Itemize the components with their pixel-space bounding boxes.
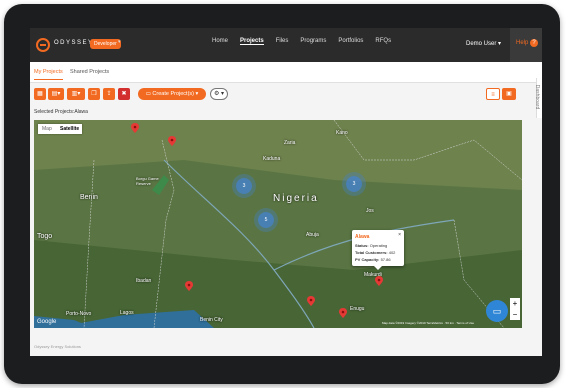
nav-programs[interactable]: Programs [300,38,326,45]
dashboard-label: Dashboard [534,84,541,110]
projects-map[interactable]: Map Satellite Nigeria Benin Togo Porto-N… [34,120,522,328]
nav-projects[interactable]: Projects [240,38,264,45]
copy-icon[interactable]: ❐ [88,88,100,100]
city-label-kaduna: Kaduna [263,156,281,162]
help-icon: ? [530,39,538,47]
create-project-button[interactable]: ▭ Create Project(s) ▾ [138,88,206,100]
popup-customers-row: Total Customers: 402 [355,250,395,255]
nav-home[interactable]: Home [212,38,228,45]
city-label-benin-city: Benin City [200,317,223,323]
map-pin-icon[interactable] [338,308,348,318]
map-pin-icon[interactable] [184,281,194,291]
project-cluster[interactable]: 5 [258,212,274,228]
grid-view-button[interactable]: ▦ [34,88,46,100]
create-project-label: Create Project(s) [152,91,194,97]
map-type-satellite[interactable]: Satellite [60,126,79,132]
odyssey-logo-icon[interactable] [36,38,50,52]
nav-rfqs[interactable]: RFQs [375,38,391,45]
project-info-popup: × Alawa Status: Operating Total Customer… [352,230,404,270]
nav-portfolios[interactable]: Portfolios [338,38,363,45]
chat-icon[interactable]: ▭ [486,300,508,322]
city-label-ibadan: Ibadan [136,278,152,284]
popup-pv-value: 57.86 [380,257,391,262]
project-toolbar: ▦ ▤▾ ▥▾ ❐ ⇪ ✖ ▭ Create Project(s) ▾ ⚙ ▾ … [30,84,542,106]
chevron-down-icon[interactable]: ▾ [118,39,121,45]
zoom-in-button[interactable]: + [510,298,520,309]
label-borgu-game-reserve: Borgu Game Reserve [136,176,159,186]
zoom-out-button[interactable]: − [510,309,520,320]
project-cluster[interactable]: 3 [236,178,252,194]
main-nav: Home Projects Files Programs Portfolios … [212,38,391,45]
help-label: Help [516,40,529,46]
map-terrain [34,120,522,328]
popup-pv-label: PV Capacity: [355,257,380,262]
country-label-togo: Togo [37,233,53,240]
close-icon[interactable]: × [398,232,401,238]
brand-name: ODYSSEY [54,40,94,46]
map-pin-icon[interactable] [306,296,316,306]
list-dropdown-button[interactable]: ▤▾ [48,88,64,100]
selected-projects: Selected Projects:Alawa [34,109,88,115]
chart-dropdown-button[interactable]: ▥▾ [67,88,85,100]
popup-project-name[interactable]: Alawa [355,234,369,240]
map-pin-icon[interactable] [374,276,384,286]
delete-icon[interactable]: ✖ [118,88,130,100]
user-name: Demo User [466,41,497,47]
tab-shared-projects[interactable]: Shared Projects [70,69,109,75]
popup-status-value: Operating [369,243,388,248]
city-label-porto-novo: Porto-Novo [66,311,92,317]
city-label-jos: Jos [366,208,374,214]
list-view-icon[interactable]: ≡ [486,88,500,100]
map-pin-icon[interactable] [167,136,177,146]
settings-dropdown-button[interactable]: ⚙ ▾ [210,88,228,100]
city-label-lagos: Lagos [120,310,134,316]
project-cluster[interactable]: 3 [346,176,362,192]
nav-files[interactable]: Files [276,38,289,45]
map-zoom-control: + − [510,298,520,320]
upload-icon[interactable]: ⇪ [103,88,115,100]
environment-badge[interactable]: Developer [90,39,121,49]
map-pin-icon[interactable] [130,123,140,133]
map-type-toggle: Map Satellite [38,124,82,134]
google-logo: Google [37,319,57,325]
city-label-abuja: Abuja [306,232,319,238]
top-navigation-bar: ODYSSEY Developer ▾ Home Projects Files … [30,28,542,62]
popup-pv-row: PV Capacity: 57.86 [355,257,391,262]
selected-projects-value: Alawa [74,109,88,115]
country-label-nigeria: Nigeria [273,193,319,204]
map-type-map[interactable]: Map [42,126,52,132]
popup-status-label: Status: [355,243,369,248]
tab-my-projects[interactable]: My Projects [34,69,63,80]
city-label-enugu: Enugu [350,306,365,312]
user-menu[interactable]: Demo User ▾ [466,40,501,47]
project-tabs: My Projects Shared Projects [30,62,542,83]
map-view-icon[interactable]: ▣ [502,88,516,100]
city-label-kano: Kano [336,130,348,136]
popup-customers-value: 402 [388,250,396,255]
selected-projects-label: Selected Projects: [34,109,75,115]
city-label-zaria: Zaria [284,140,296,146]
dashboard-side-tab[interactable]: Dashboard [534,78,542,118]
help-button[interactable]: Help ? [510,28,542,62]
map-attribution: Map data ©2019 Imagery ©2019 TerraMetric… [382,321,475,325]
country-label-benin: Benin [80,194,98,201]
footer-text: Odyssey Energy Solutions [34,344,81,349]
popup-status-row: Status: Operating [355,243,387,248]
app-screen: ODYSSEY Developer ▾ Home Projects Files … [30,28,542,356]
popup-customers-label: Total Customers: [355,250,388,255]
